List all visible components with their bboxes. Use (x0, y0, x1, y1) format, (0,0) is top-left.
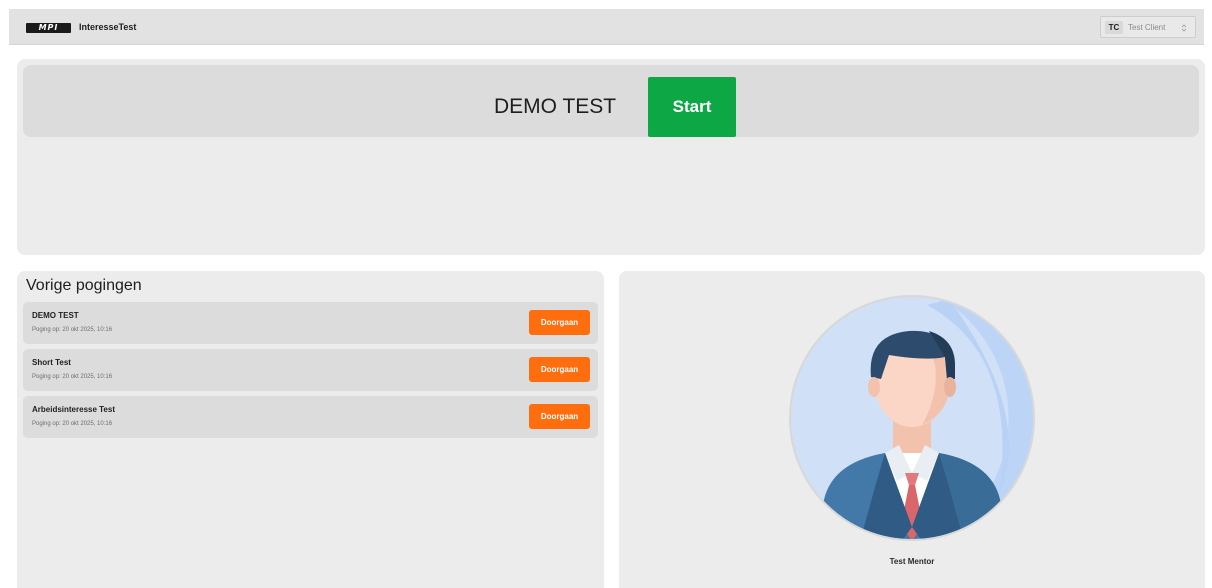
attempt-row: Arbeidsinteresse Test Poging op: 20 okt … (23, 396, 598, 438)
attempt-name: Short Test (32, 358, 71, 367)
continue-button[interactable]: Doorgaan (529, 404, 590, 429)
user-initials-badge: TC (1105, 21, 1123, 34)
test-banner: DEMO TEST Start (23, 65, 1199, 137)
continue-button[interactable]: Doorgaan (529, 310, 590, 335)
attempt-name: Arbeidsinteresse Test (32, 405, 115, 414)
test-title: DEMO TEST (494, 95, 617, 118)
top-bar: MPI InteresseTest TC Test Client (9, 9, 1204, 45)
mentor-avatar (789, 295, 1035, 541)
attempt-row: Short Test Poging op: 20 okt 2025, 10:16… (23, 349, 598, 391)
mentor-card: Test Mentor (619, 271, 1205, 588)
current-test-card: DEMO TEST Start (17, 59, 1205, 255)
app-name: InteresseTest (79, 22, 137, 32)
attempt-date: Poging op: 20 okt 2025, 10:16 (32, 327, 113, 333)
logo-text: MPI (38, 23, 59, 32)
sort-chevrons-icon (1181, 24, 1187, 32)
attempt-date: Poging op: 20 okt 2025, 10:16 (32, 374, 113, 380)
attempt-name: DEMO TEST (32, 311, 79, 320)
mentor-name: Test Mentor (889, 557, 935, 566)
user-name: Test Client (1128, 23, 1166, 32)
attempts-title: Vorige pogingen (26, 277, 142, 294)
attempt-row: DEMO TEST Poging op: 20 okt 2025, 10:16 … (23, 302, 598, 344)
previous-attempts-card: Vorige pogingen DEMO TEST Poging op: 20 … (17, 271, 604, 588)
user-select[interactable]: TC Test Client (1100, 16, 1196, 38)
start-button[interactable]: Start (648, 77, 736, 137)
mpi-logo[interactable]: MPI (26, 23, 71, 33)
attempt-date: Poging op: 20 okt 2025, 10:16 (32, 421, 113, 427)
continue-button[interactable]: Doorgaan (529, 357, 590, 382)
